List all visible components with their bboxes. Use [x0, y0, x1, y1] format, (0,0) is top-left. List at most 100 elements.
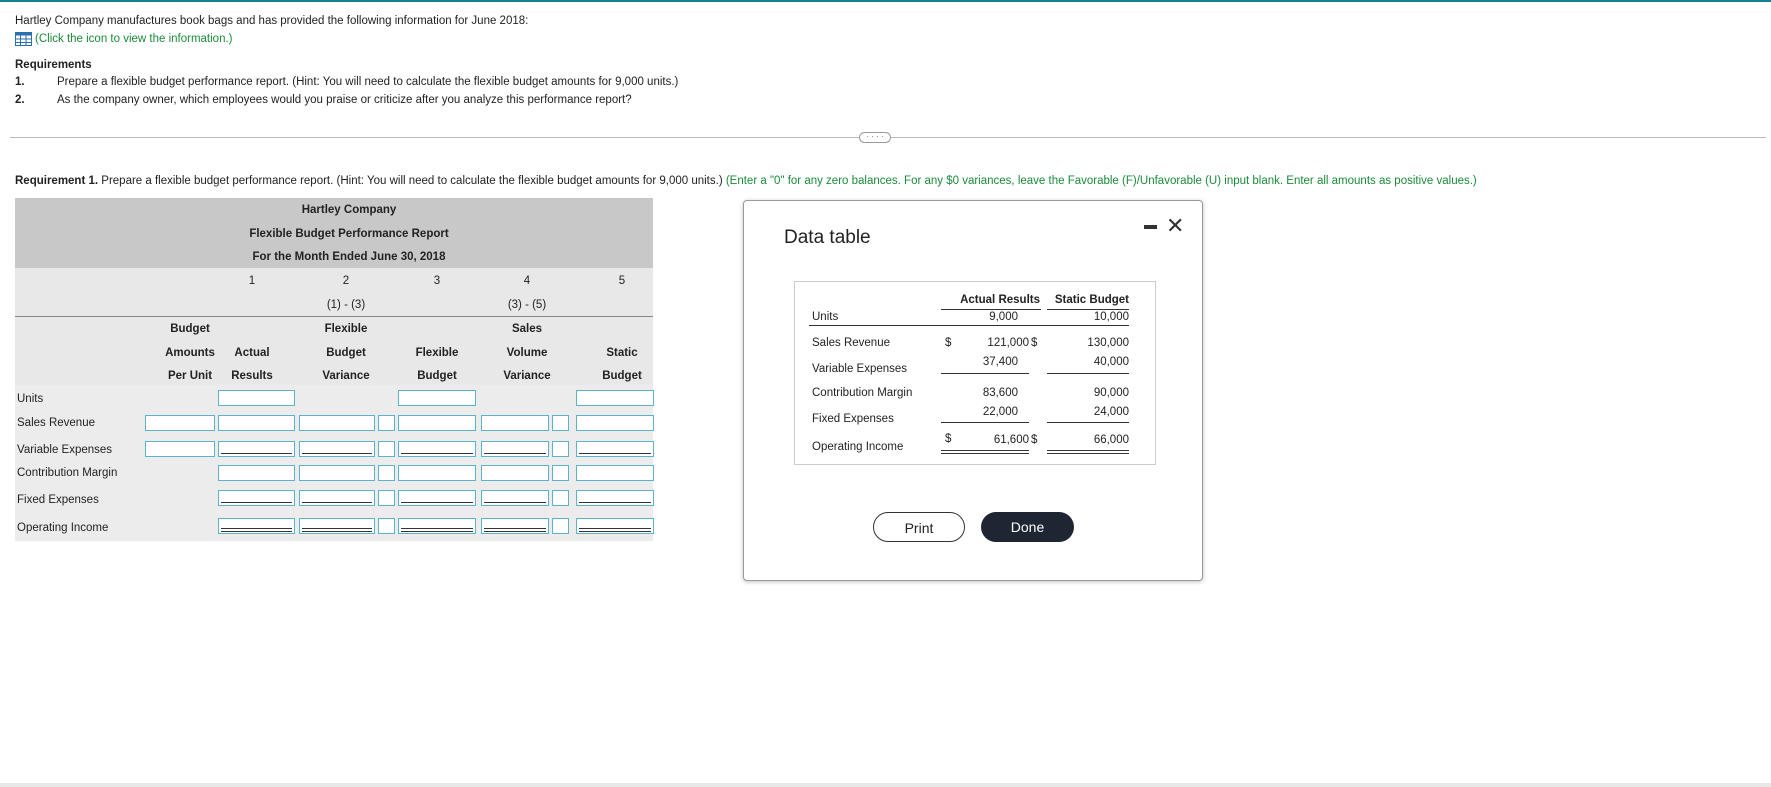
report-title: Flexible Budget Performance Report — [249, 228, 449, 240]
dt-sales-static: 130,000 — [1087, 337, 1129, 349]
req1-label: Requirement 1. — [15, 175, 99, 187]
formula-col-2: (1) - (3) — [326, 299, 366, 311]
hdr-flexbud-1: Flexible — [415, 347, 459, 359]
variable-expenses-flexible-budget-input[interactable] — [398, 441, 476, 457]
hdr-budget-1: Budget — [170, 323, 210, 335]
dt-sales-dollar-a: $ — [945, 337, 952, 349]
view-information-link[interactable]: (Click the icon to view the information.… — [35, 33, 233, 45]
data-table-dialog: Data table ✕ Actual Results Static Budge… — [743, 200, 1203, 581]
done-button[interactable]: Done — [981, 512, 1074, 542]
data-table: Actual Results Static Budget Units 9,000… — [794, 281, 1156, 465]
hdr-static-1: Static — [606, 347, 638, 359]
formula-col-4: (3) - (5) — [507, 299, 547, 311]
requirement-2: 2. As the company owner, which employees … — [15, 94, 632, 106]
dt-cm-actual: 83,600 — [982, 387, 1018, 399]
operating-income-flex-variance-input[interactable] — [299, 518, 375, 534]
variable-expenses-static-budget-input[interactable] — [576, 441, 654, 457]
dt-label-operating-income: Operating Income — [812, 441, 904, 453]
fixed-rule-static — [1047, 422, 1129, 423]
hdr-salesvol-2: Volume — [506, 347, 548, 359]
hdr-salesvol-3: Variance — [503, 370, 551, 382]
units-static-budget-input[interactable] — [576, 390, 654, 406]
sales-revenue-flexible-budget-input[interactable] — [398, 415, 476, 431]
fixed-expenses-volume-variance-input[interactable] — [481, 490, 549, 506]
col-number-3: 3 — [433, 275, 441, 287]
variable-expenses-actual-input[interactable] — [218, 441, 295, 457]
contribution-margin-volume-variance-input[interactable] — [481, 465, 549, 481]
operating-income-flexible-budget-input[interactable] — [398, 518, 476, 534]
fixed-expenses-static-budget-input[interactable] — [576, 490, 654, 506]
minimize-icon[interactable] — [1144, 225, 1157, 229]
requirements-title: Requirements — [15, 59, 92, 71]
col-number-5: 5 — [618, 275, 626, 287]
variable-expenses-flex-variance-input[interactable] — [299, 441, 375, 457]
dt-sales-dollar-s: $ — [1031, 337, 1038, 349]
contribution-margin-flexible-budget-input[interactable] — [398, 465, 476, 481]
variable-expenses-volume-variance-input[interactable] — [481, 441, 549, 457]
fixed-expenses-flexible-budget-input[interactable] — [398, 490, 476, 506]
header-separator — [15, 316, 653, 317]
dt-units-actual: 9,000 — [989, 311, 1018, 323]
fixed-expenses-flex-variance-input[interactable] — [299, 490, 375, 506]
row-label-operating-income: Operating Income — [17, 522, 109, 534]
units-flexible-budget-input[interactable] — [398, 390, 476, 406]
sales-revenue-volume-variance-fu[interactable] — [552, 415, 569, 431]
dt-oi-actual: 61,600 — [993, 434, 1029, 446]
variable-expenses-per-unit-input[interactable] — [145, 441, 215, 457]
hdr-underline-actual — [941, 309, 1041, 310]
sales-revenue-per-unit-input[interactable] — [145, 415, 215, 431]
sales-revenue-flex-variance-input[interactable] — [299, 415, 375, 431]
col-number-2: 2 — [342, 275, 350, 287]
dt-cm-static: 90,000 — [1093, 387, 1129, 399]
contribution-margin-flex-variance-input[interactable] — [299, 465, 375, 481]
operating-income-volume-variance-fu[interactable] — [552, 518, 569, 534]
col-actual-results: Actual Results — [960, 294, 1040, 306]
row-label-contribution-margin: Contribution Margin — [17, 467, 118, 479]
contribution-margin-volume-variance-fu[interactable] — [552, 465, 569, 481]
close-icon[interactable]: ✕ — [1166, 213, 1184, 239]
contribution-margin-flex-variance-fu[interactable] — [378, 465, 395, 481]
print-button[interactable]: Print — [873, 512, 965, 542]
hdr-flexvar-3: Variance — [322, 370, 370, 382]
varexp-rule-actual — [941, 373, 1029, 374]
sales-revenue-volume-variance-input[interactable] — [481, 415, 549, 431]
col-number-1: 1 — [248, 275, 256, 287]
dt-fixed-static: 24,000 — [1093, 406, 1129, 418]
dt-label-fixed-expenses: Fixed Expenses — [812, 413, 894, 425]
row-label-variable-expenses: Variable Expenses — [17, 444, 113, 456]
dt-label-sales-revenue: Sales Revenue — [812, 337, 890, 349]
req1-instructions: (Enter a "0" for any zero balances. For … — [725, 175, 1477, 187]
hdr-flexvar-2: Budget — [326, 347, 366, 359]
operating-income-actual-input[interactable] — [218, 518, 295, 534]
sales-revenue-actual-input[interactable] — [218, 415, 295, 431]
intro-text: Hartley Company manufactures book bags a… — [15, 15, 529, 27]
oi-double-rule-static — [1047, 450, 1129, 454]
operating-income-flex-variance-fu[interactable] — [378, 518, 395, 534]
table-grid-icon[interactable] — [15, 31, 32, 46]
info-link-row[interactable]: (Click the icon to view the information.… — [15, 30, 528, 48]
hdr-flexbud-2: Budget — [417, 370, 457, 382]
fixed-expenses-volume-variance-fu[interactable] — [552, 490, 569, 506]
expand-dots-handle[interactable]: · · · · — [859, 132, 891, 143]
dt-oi-dollar-a: $ — [945, 433, 952, 445]
operating-income-volume-variance-input[interactable] — [481, 518, 549, 534]
col-static-budget: Static Budget — [1054, 294, 1129, 306]
hdr-salesvol-1: Sales — [511, 323, 543, 335]
fixed-expenses-actual-input[interactable] — [218, 490, 295, 506]
fixed-expenses-flex-variance-fu[interactable] — [378, 490, 395, 506]
row-label-fixed-expenses: Fixed Expenses — [17, 494, 99, 506]
requirement-1-prompt: Requirement 1. Prepare a flexible budget… — [15, 175, 1477, 187]
sales-revenue-flex-variance-fu[interactable] — [378, 415, 395, 431]
row-label-units: Units — [17, 393, 44, 405]
sales-revenue-static-budget-input[interactable] — [576, 415, 654, 431]
contribution-margin-actual-input[interactable] — [218, 465, 295, 481]
dt-label-variable-expenses: Variable Expenses — [812, 363, 908, 375]
operating-income-static-budget-input[interactable] — [576, 518, 654, 534]
fixed-rule-actual — [941, 422, 1029, 423]
contribution-margin-static-budget-input[interactable] — [576, 465, 654, 481]
variable-expenses-volume-variance-fu[interactable] — [552, 441, 569, 457]
variable-expenses-flex-variance-fu[interactable] — [378, 441, 395, 457]
requirement-1: 1. Prepare a flexible budget performance … — [15, 76, 678, 88]
hdr-flexvar-1: Flexible — [324, 323, 368, 335]
units-actual-input[interactable] — [218, 390, 295, 406]
